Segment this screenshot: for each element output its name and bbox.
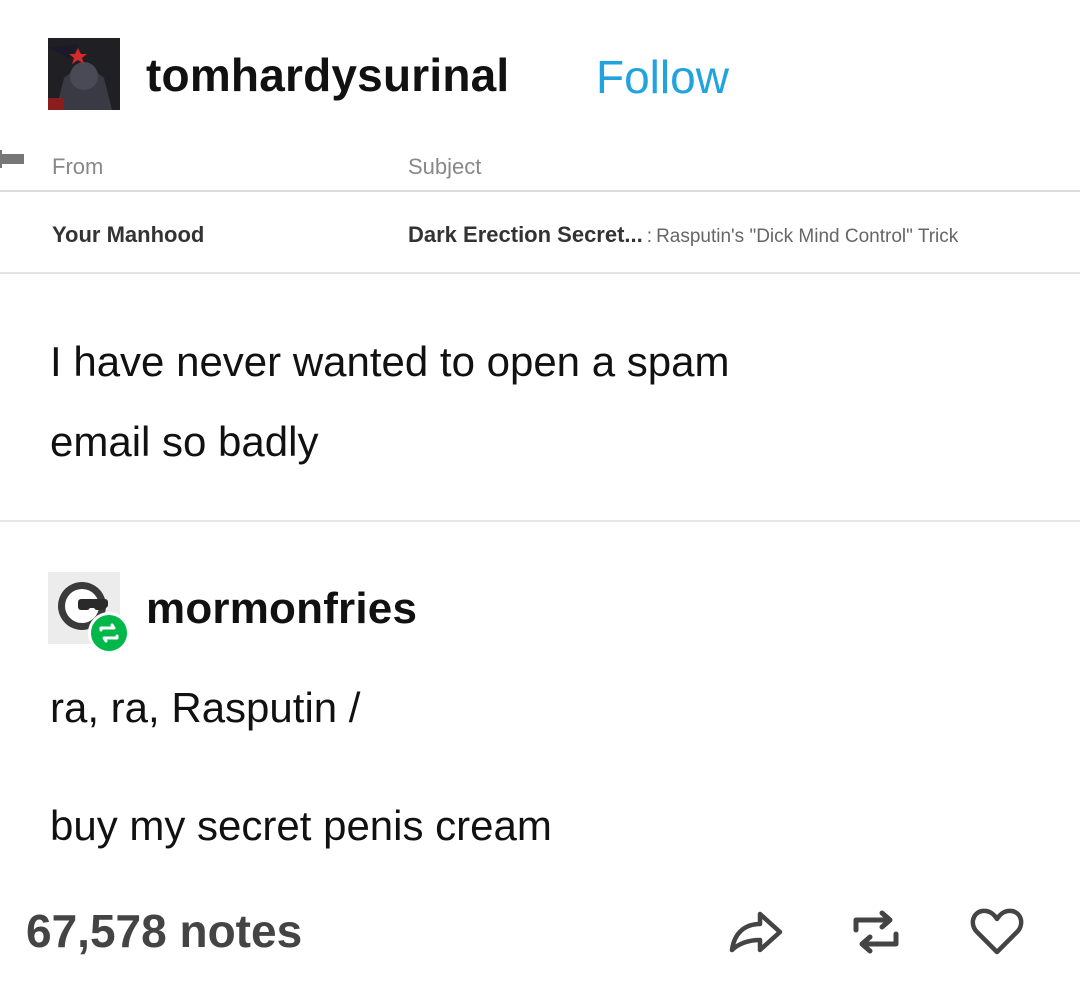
post-divider [0, 520, 1080, 522]
follow-button[interactable]: Follow [596, 50, 729, 104]
post-text-line-1: I have never wanted to open a spam [50, 338, 730, 385]
reblog-text-line-1: ra, ra, Rasputin / [50, 684, 361, 731]
flag-icon [0, 150, 26, 173]
reblog-badge-icon [88, 612, 130, 654]
share-icon[interactable] [724, 900, 786, 962]
author-avatar[interactable] [48, 38, 120, 110]
email-subject-bold: Dark Erection Secret... [408, 222, 643, 247]
email-row-divider [0, 272, 1080, 274]
email-subject-sep: : [646, 226, 653, 247]
email-subject-preview: Rasputin's "Dick Mind Control" Trick [656, 226, 959, 247]
reblog-icon[interactable] [846, 902, 906, 962]
post-text-line-2: email so badly [50, 418, 319, 465]
email-screenshot: From Subject Your Manhood Dark Erection … [0, 138, 1080, 278]
email-row-subject: Dark Erection Secret...: Rasputin's "Dick… [408, 222, 1080, 248]
email-row-from: Your Manhood [52, 222, 205, 247]
notes-count[interactable]: 67,578 notes [26, 904, 302, 958]
heart-icon[interactable] [966, 900, 1028, 962]
reblog-text-line-2: buy my secret penis cream [50, 802, 552, 849]
email-header-subject: Subject [408, 154, 482, 179]
author-username[interactable]: tomhardysurinal [146, 48, 509, 102]
email-header-from: From [52, 154, 104, 179]
email-row: Your Manhood Dark Erection Secret...: Ras… [0, 192, 1080, 272]
avatar-image [48, 38, 120, 110]
reblogger-username[interactable]: mormonfries [146, 584, 417, 634]
